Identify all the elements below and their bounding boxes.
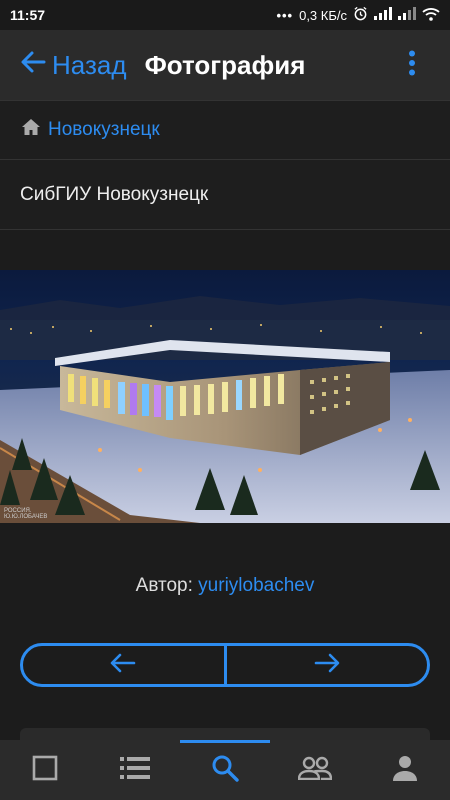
nav-item-profile[interactable] [360,740,450,800]
signal-icon [374,7,392,23]
back-label: Назад [52,49,127,80]
author-line: Автор: yuriylobachev [0,575,450,597]
people-icon [297,756,333,785]
network-speed: 0,3 КБ/с [299,7,347,23]
photo[interactable]: РОССИЯ. Ю.Ю.ЛОБАЧЕВ [0,270,450,523]
search-icon [211,754,239,787]
bottom-nav [0,740,450,800]
prev-photo-button[interactable] [23,646,224,684]
status-bar: 11:57 ••• 0,3 КБ/с [0,0,450,30]
app-bar: Назад Фотография [0,30,450,100]
wifi-icon [422,7,440,24]
photo-watermark: РОССИЯ. Ю.Ю.ЛОБАЧЕВ [4,508,48,520]
breadcrumb-label: Новокузнецк [48,119,160,140]
signal-icon-2 [398,7,416,23]
person-icon [393,755,417,786]
status-indicators: ••• 0,3 КБ/с [276,6,440,24]
back-button[interactable]: Назад [0,50,127,81]
nav-item-search[interactable] [180,740,270,800]
list-icon [120,756,150,785]
more-menu-button[interactable] [392,45,432,85]
alarm-icon [353,6,368,24]
author-link[interactable]: yuriylobachev [198,575,314,596]
photo-image [0,270,450,523]
home-icon [22,119,40,141]
arrow-left-icon [110,653,136,678]
arrow-right-icon [314,653,340,678]
photo-pager [20,643,430,687]
screen: 11:57 ••• 0,3 КБ/с Назад Фотография Ново… [0,0,450,800]
arrow-back-icon [20,50,46,81]
square-icon [32,755,58,786]
nav-item-feed[interactable] [0,740,90,800]
breadcrumb[interactable]: Новокузнецк [0,100,450,160]
author-label: Автор: [135,575,199,596]
nav-item-people[interactable] [270,740,360,800]
next-photo-button[interactable] [227,646,428,684]
photo-caption: СибГИУ Новокузнецк [0,160,450,230]
status-time: 11:57 [10,7,46,23]
nav-item-list[interactable] [90,740,180,800]
more-vert-icon [408,50,416,81]
notification-dots: ••• [276,7,294,23]
